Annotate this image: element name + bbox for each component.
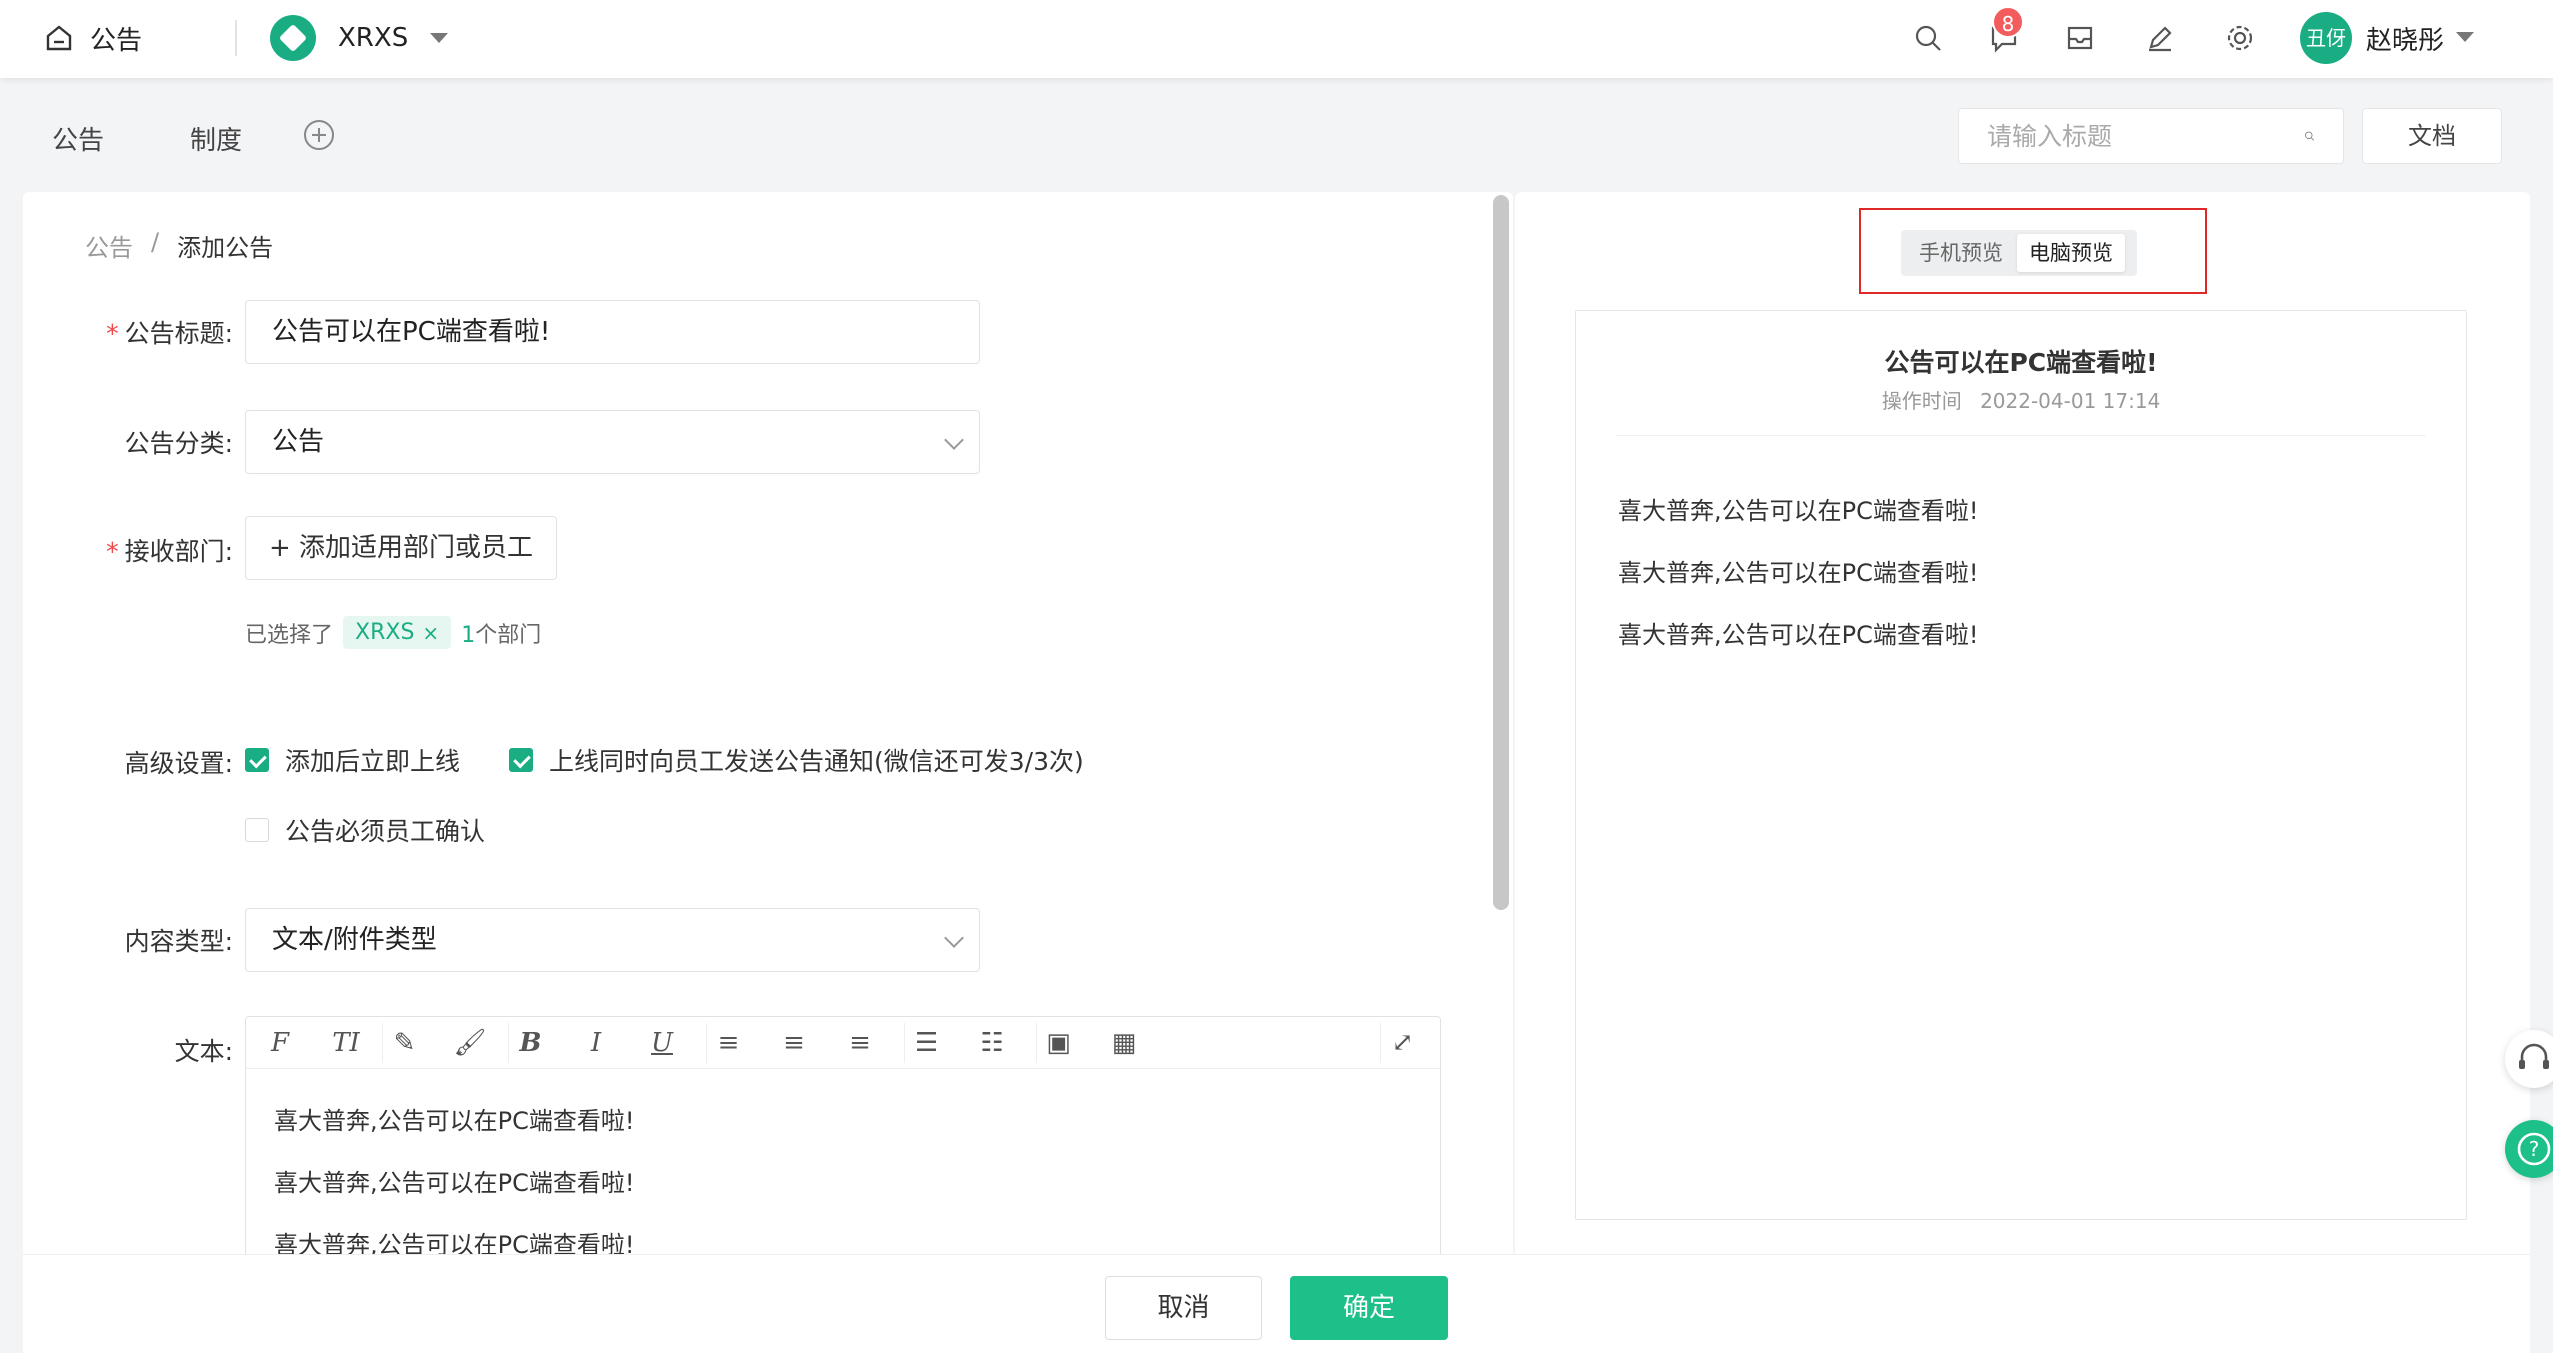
username[interactable]: 赵晓彤 (2366, 20, 2444, 57)
align-left-icon[interactable]: ≡ (706, 1023, 750, 1063)
dept-tag-label: XRXS (355, 620, 415, 645)
add-circle-icon[interactable] (304, 120, 334, 150)
chevron-down-icon (944, 430, 964, 450)
preview-paragraph: 喜大普奔,公告可以在PC端查看啦! (1618, 621, 1979, 649)
title-label: * 公告标题: (106, 319, 233, 348)
align-right-icon[interactable]: ≡ (838, 1023, 882, 1063)
preview-title: 公告可以在PC端查看啦! (1884, 348, 2158, 377)
close-icon[interactable]: × (422, 621, 439, 645)
preview-paragraph: 喜大普奔,公告可以在PC端查看啦! (1618, 559, 1979, 587)
preview-time: 操作时间 2022-04-01 17:14 (1576, 385, 2466, 414)
dept-tag: XRXS × (343, 616, 452, 649)
inbox-icon[interactable] (2060, 18, 2100, 58)
checkbox-online-immediately[interactable]: 添加后立即上线 (245, 742, 460, 778)
tab-pc-preview[interactable]: 电脑预览 (2017, 234, 2125, 272)
preview-panel: 手机预览 电脑预览 公告可以在PC端查看啦! 操作时间 2022-04-01 1… (1515, 192, 2530, 1353)
chevron-down-icon[interactable] (2456, 32, 2474, 42)
align-center-icon[interactable]: ≡ (772, 1023, 816, 1063)
content-type-select[interactable]: 文本/附件类型 (245, 908, 980, 972)
checkbox-unchecked-icon[interactable] (245, 818, 269, 842)
org-logo-icon (270, 15, 316, 61)
search-input[interactable] (1987, 121, 2304, 151)
dept-label: * 接收部门: (106, 537, 233, 566)
preview-tabs: 手机预览 电脑预览 (1901, 230, 2137, 276)
checkbox-label: 添加后立即上线 (285, 747, 461, 776)
editor-toolbar: F TI ✎ 🖌 B I U ≡ ≡ ≡ ☰ ☷ ▣ ▦ ⤢ (246, 1017, 1440, 1069)
advanced-label: 高级设置: (124, 749, 233, 778)
search-icon[interactable] (2304, 123, 2315, 149)
content-type-value: 文本/附件类型 (272, 925, 437, 955)
top-header: 公告 XRXS 8 丑伢 赵晓彤 (0, 0, 2553, 78)
divider (1616, 435, 2426, 436)
brush-icon[interactable]: 🖌 (448, 1023, 492, 1063)
title-input[interactable]: 公告可以在PC端查看啦! (245, 300, 980, 364)
breadcrumb-current: 添加公告 (177, 234, 274, 262)
text-label: 文本: (174, 1037, 233, 1066)
search-icon[interactable] (1908, 18, 1948, 58)
add-dept-button[interactable]: + 添加适用部门或员工 (245, 516, 557, 580)
chevron-down-icon (944, 928, 964, 948)
numbered-list-icon[interactable]: ☷ (970, 1023, 1014, 1063)
org-switcher[interactable]: XRXS (270, 14, 449, 62)
editor-line: 喜大普奔,公告可以在PC端查看啦! (274, 1107, 635, 1135)
bullet-list-icon[interactable]: ☰ (904, 1023, 948, 1063)
avatar[interactable]: 丑伢 (2300, 12, 2352, 64)
selected-suffix: 个部门 (475, 622, 542, 648)
checkbox-label: 上线同时向员工发送公告通知(微信还可发3/3次) (549, 747, 1084, 776)
checkbox-checked-icon[interactable] (509, 748, 533, 772)
category-label: 公告分类: (124, 429, 233, 458)
tab-mobile-preview[interactable]: 手机预览 (1907, 234, 2015, 272)
announcement-form-panel: 公告 / 添加公告 * 公告标题: 公告可以在PC端查看啦! 公告分类: 公告 *… (23, 192, 1513, 1353)
editor-line: 喜大普奔,公告可以在PC端查看啦! (274, 1169, 635, 1197)
underline-icon[interactable]: U (640, 1023, 684, 1063)
selected-count: 1 (461, 622, 476, 648)
selected-prefix: 已选择了 (245, 622, 334, 648)
breadcrumb-root[interactable]: 公告 (85, 228, 133, 263)
settings-icon[interactable] (2220, 18, 2260, 58)
org-name: XRXS (338, 23, 409, 53)
subnav-item-policies[interactable]: 制度 (190, 120, 242, 157)
table-icon[interactable]: ▦ (1102, 1023, 1146, 1063)
title-search (1958, 108, 2344, 164)
breadcrumb-separator: / (151, 228, 160, 256)
time-value: 2022-04-01 17:14 (1980, 389, 2161, 413)
preview-tab-highlight: 手机预览 电脑预览 (1859, 208, 2207, 294)
checkbox-send-notification[interactable]: 上线同时向员工发送公告通知(微信还可发3/3次) (509, 742, 1084, 778)
notification-badge: 8 (1992, 6, 2024, 38)
confirm-button[interactable]: 确定 (1290, 1276, 1448, 1340)
fullscreen-icon[interactable]: ⤢ (1380, 1023, 1424, 1063)
bold-icon[interactable]: B (508, 1023, 552, 1063)
content-type-label: 内容类型: (124, 927, 233, 956)
selected-departments: 已选择了 XRXS × 1个部门 (245, 616, 541, 649)
checkbox-require-confirm[interactable]: 公告必须员工确认 (245, 812, 485, 848)
cancel-button[interactable]: 取消 (1105, 1276, 1262, 1340)
edit-icon[interactable] (2140, 18, 2180, 58)
preview-card: 公告可以在PC端查看啦! 操作时间 2022-04-01 17:14 喜大普奔,… (1575, 310, 2467, 1220)
time-label: 操作时间 (1881, 389, 1962, 413)
footer-bar (23, 1254, 2530, 1353)
docs-button[interactable]: 文档 (2362, 108, 2502, 164)
font-size-icon[interactable]: TI (324, 1023, 368, 1063)
scrollbar[interactable] (1493, 195, 1509, 910)
italic-icon[interactable]: I (574, 1023, 618, 1063)
checkbox-label: 公告必须员工确认 (285, 817, 486, 846)
home-icon (46, 25, 72, 51)
checkbox-checked-icon[interactable] (245, 748, 269, 772)
breadcrumb: 公告 / 添加公告 (85, 228, 273, 263)
header-divider (235, 20, 237, 56)
home-label: 公告 (90, 25, 143, 56)
chevron-down-icon (430, 33, 449, 43)
font-family-icon[interactable]: F (258, 1023, 302, 1063)
category-value: 公告 (272, 427, 325, 457)
image-icon[interactable]: ▣ (1036, 1023, 1080, 1063)
svg-text:?: ? (2529, 1137, 2540, 1161)
home-nav[interactable]: 公告 (44, 18, 142, 58)
headset-icon[interactable] (2505, 1030, 2553, 1088)
subnav-item-announcements[interactable]: 公告 (52, 120, 104, 157)
pen-icon[interactable]: ✎ (382, 1023, 426, 1063)
help-icon[interactable]: ? (2505, 1120, 2553, 1178)
category-select[interactable]: 公告 (245, 410, 980, 474)
preview-paragraph: 喜大普奔,公告可以在PC端查看啦! (1618, 497, 1979, 525)
